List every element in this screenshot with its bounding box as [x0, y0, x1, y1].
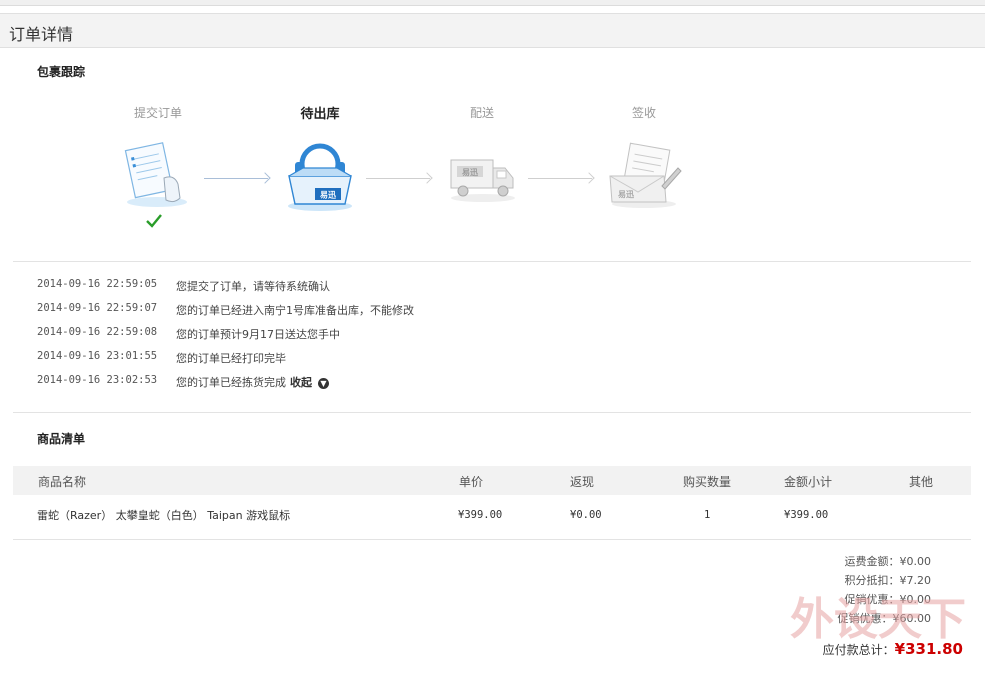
log-time: 2014-09-16 22:59:07 — [37, 302, 158, 314]
divider — [13, 539, 971, 540]
step-label: 提交订单 — [133, 106, 182, 120]
product-quantity: 1 — [704, 509, 711, 521]
column-header-price: 单价 — [459, 475, 484, 489]
brand-label: 易迅 — [320, 191, 336, 200]
arrow-head — [583, 172, 595, 184]
tracking-section-title: 包裹跟踪 — [37, 65, 86, 79]
log-time: 2014-09-16 23:01:55 — [37, 350, 158, 362]
check-icon — [146, 214, 162, 228]
product-name[interactable]: 雷蛇（Razer） 太攀皇蛇（白色） Taipan 游戏鼠标 — [37, 507, 290, 523]
package-box-icon: 易迅 — [288, 143, 352, 211]
order-form-icon — [124, 142, 187, 207]
log-message: 您的订单已经打印完毕 — [176, 352, 286, 365]
log-message: 您提交了订单，请等待系统确认 — [176, 280, 330, 293]
product-subtotal: ¥399.00 — [784, 509, 829, 521]
page-header: 订单详情 — [0, 13, 985, 48]
log-message: 您的订单预计9月17日送达您手中 — [176, 328, 340, 341]
brand-label: 易迅 — [462, 168, 478, 177]
log-message: 您的订单已经拣货完成 收起 ▼ — [176, 374, 329, 390]
column-header-subtotal: 金额小计 — [784, 475, 833, 489]
svg-text:外设天下: 外设天下 — [790, 594, 966, 645]
column-header-other: 其他 — [909, 475, 934, 489]
summary-shipping: 运费金额：¥0.00 — [844, 555, 932, 568]
step-arrow — [204, 178, 268, 179]
product-price: ¥399.00 — [458, 509, 503, 521]
summary-points-deduction: 积分抵扣：¥7.20 — [844, 574, 932, 587]
step-label: 待出库 — [300, 107, 340, 122]
step-awaiting-shipment: 待出库 — [260, 103, 380, 122]
chevron-down-icon[interactable]: ▼ — [318, 377, 329, 389]
page-title: 订单详情 — [9, 25, 74, 44]
top-border — [0, 0, 985, 6]
step-arrow — [528, 178, 592, 179]
products-section-title: 商品清单 — [37, 432, 86, 446]
arrow-head — [421, 172, 433, 184]
delivery-truck-icon: 易迅 — [450, 159, 515, 202]
step-label: 签收 — [631, 106, 656, 120]
column-header-name: 商品名称 — [38, 475, 87, 489]
product-cashback: ¥0.00 — [570, 509, 602, 521]
log-time: 2014-09-16 22:59:05 — [37, 278, 158, 290]
divider — [13, 412, 971, 413]
total-payable: 应付款总计：¥331.80 — [823, 640, 963, 658]
arrow-head — [259, 172, 271, 184]
collapse-toggle[interactable]: 收起 — [290, 376, 312, 389]
column-header-cashback: 返现 — [570, 475, 595, 489]
divider — [13, 261, 971, 262]
step-delivery: 配送 — [422, 104, 542, 121]
column-header-quantity: 购买数量 — [683, 475, 732, 489]
step-label: 配送 — [469, 106, 494, 120]
signed-receipt-icon: 易迅 — [609, 142, 682, 208]
total-value: ¥331.80 — [894, 640, 963, 658]
watermark-logo-icon: 外设天下 — [790, 594, 966, 645]
brand-label: 易迅 — [618, 190, 634, 199]
total-label: 应付款总计： — [822, 643, 895, 657]
step-signed: 签收 — [584, 104, 704, 121]
step-arrow — [366, 178, 430, 179]
products-table-header: 商品名称 单价 返现 购买数量 金额小计 其他 — [13, 466, 971, 495]
log-message: 您的订单已经进入南宁1号库准备出库，不能修改 — [176, 304, 414, 317]
log-message-text: 您的订单已经拣货完成 — [176, 376, 286, 389]
log-time: 2014-09-16 23:02:53 — [37, 374, 158, 386]
log-time: 2014-09-16 22:59:08 — [37, 326, 158, 338]
step-submit-order: 提交订单 — [98, 104, 218, 121]
